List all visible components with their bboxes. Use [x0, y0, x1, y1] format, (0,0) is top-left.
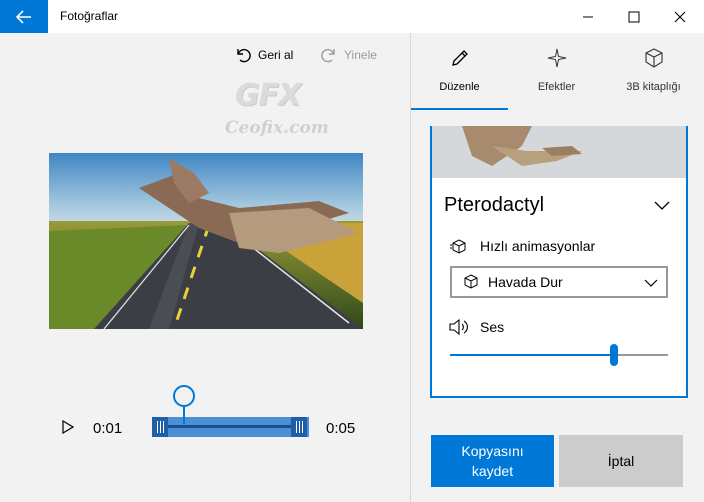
- trim-start-handle[interactable]: [152, 417, 168, 437]
- maximize-button[interactable]: [611, 0, 657, 33]
- playhead-knob[interactable]: [173, 385, 195, 407]
- model-thumbnail: [432, 126, 686, 178]
- watermark-logo: GFX: [235, 78, 301, 113]
- close-button[interactable]: [657, 0, 703, 33]
- animation-option-icon: [464, 274, 478, 289]
- tab-effects[interactable]: Efektler: [508, 33, 605, 110]
- model-expand-button[interactable]: [654, 198, 670, 216]
- minimize-icon: [583, 16, 593, 17]
- undo-icon: [237, 48, 251, 63]
- back-button[interactable]: [0, 0, 48, 33]
- back-arrow-icon: [16, 9, 31, 24]
- volume-slider-thumb[interactable]: [609, 344, 618, 366]
- save-copy-button[interactable]: Kopyasını kaydet: [431, 435, 554, 487]
- app-title: Fotoğraflar: [60, 9, 119, 23]
- sparkle-icon: [547, 48, 566, 68]
- pterodactyl-image: [432, 126, 686, 178]
- select-chevron-icon: [644, 279, 658, 287]
- cube-icon: [644, 48, 663, 68]
- save-copy-label-line2: kaydet: [471, 463, 514, 479]
- save-copy-label-line1: Kopyasını: [461, 443, 524, 459]
- cancel-button[interactable]: İptal: [559, 435, 683, 487]
- animation-cube-icon: [450, 238, 468, 259]
- redo-label: Yinele: [344, 48, 377, 62]
- maximize-icon: [628, 11, 640, 22]
- title-bar: Fotoğraflar: [0, 0, 704, 33]
- trim-end-handle[interactable]: [291, 417, 307, 437]
- watermark: GFX Ceofix.com: [225, 78, 335, 140]
- pencil-icon: [451, 50, 468, 66]
- selected-tab-indicator: [411, 108, 508, 110]
- speaker-icon: [448, 318, 470, 341]
- tab-3d-library-label: 3B kitaplığı: [626, 81, 681, 93]
- tab-edit[interactable]: Düzenle: [411, 33, 508, 110]
- animations-label: Hızlı animasyonlar: [480, 238, 596, 254]
- sound-label: Ses: [480, 319, 505, 335]
- scene-image: [49, 153, 363, 329]
- tab-edit-label: Düzenle: [439, 81, 480, 93]
- end-time: 0:05: [326, 420, 356, 437]
- model-name: Pterodactyl: [444, 194, 545, 216]
- animation-select-value: Havada Dur: [488, 274, 563, 290]
- animation-select[interactable]: Havada Dur: [450, 266, 668, 298]
- undo-button[interactable]: Geri al: [234, 46, 293, 64]
- close-icon: [674, 11, 686, 22]
- start-time: 0:01: [93, 420, 123, 437]
- video-preview[interactable]: [49, 153, 363, 329]
- trim-selection: [166, 425, 294, 428]
- playhead-line: [183, 404, 185, 424]
- chevron-down-icon: [654, 201, 670, 210]
- redo-button[interactable]: Yinele: [320, 46, 377, 64]
- play-icon: [62, 419, 75, 435]
- undo-label: Geri al: [258, 48, 294, 62]
- watermark-url: Ceofix.com: [225, 118, 329, 138]
- tab-effects-label: Efektler: [537, 81, 576, 93]
- volume-slider-fill: [450, 354, 614, 356]
- play-button[interactable]: [62, 419, 75, 439]
- redo-icon: [321, 48, 335, 63]
- tab-3d-library[interactable]: 3B kitaplığı: [605, 33, 702, 110]
- minimize-button[interactable]: [565, 0, 611, 33]
- model-card: Pterodactyl Hızlı animasyonlar Havada Du…: [430, 126, 688, 398]
